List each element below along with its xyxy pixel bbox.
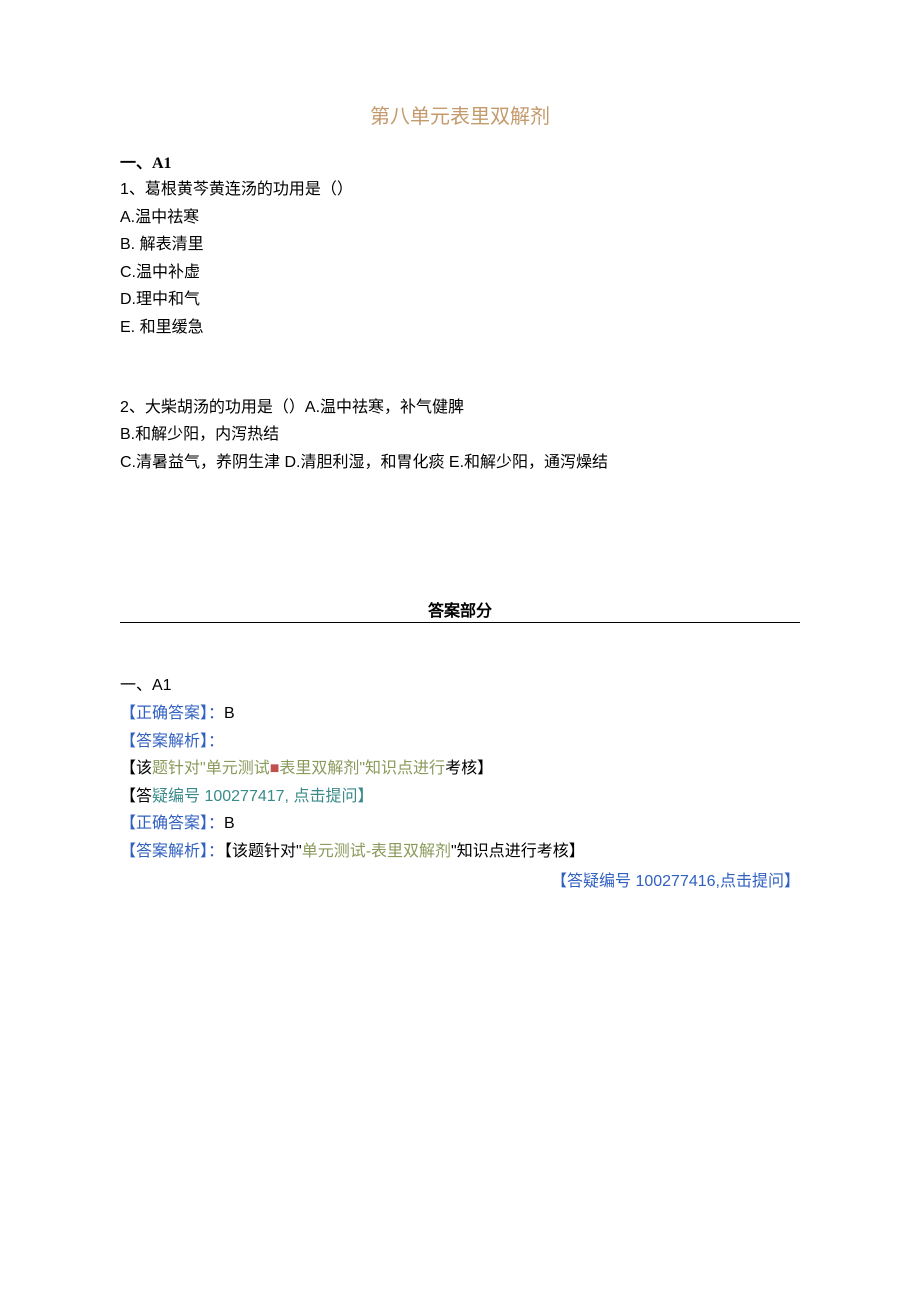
q1-stem: 1、葛根黄芩黄连汤的功用是（） <box>120 177 800 203</box>
answer-header-wrapper: 答案部分 <box>120 597 800 621</box>
a1-point-mid1: 题针对"单元测试 <box>152 760 270 777</box>
document-page: 第八单元表里双解剂 一、A1 1、葛根黄芩黄连汤的功用是（） A.温中祛寒 B.… <box>0 0 920 891</box>
q2-line3: C.清暑益气，养阴生津 D.清胆利湿，和胃化痰 E.和解少阳，通泻燥结 <box>120 450 800 476</box>
spacer <box>120 477 800 547</box>
q1-option-e: E. 和里缓急 <box>120 315 800 341</box>
a2-correct-label: 【正确答案】： <box>120 815 224 832</box>
a2-faq-wrapper: 【答疑编号 100277416,点击提问】 <box>120 867 800 891</box>
a1-correct-value: B <box>224 705 235 722</box>
a2-point-text: 【该题针对" <box>224 843 302 860</box>
q1-option-d: D.理中和气 <box>120 287 800 313</box>
a1-faq: 【答疑编号 100277417, 点击提问】 <box>120 784 800 810</box>
a1-knowledge-point: 【该题针对"单元测试■表里双解剂"知识点进行考核】 <box>120 756 800 782</box>
q1-option-b: B. 解表清里 <box>120 232 800 258</box>
a1-faq-mid2: 提问】 <box>325 788 373 805</box>
a1-correct-label: 【正确答案】： <box>120 705 224 722</box>
a2-point-end: "知识点进行考核】 <box>451 843 585 860</box>
spacer <box>120 651 800 671</box>
a1-analysis-label: 【答案解析】： <box>120 729 800 755</box>
a2-point-green: 单元测试-表里双解剂 <box>302 843 451 860</box>
a2-faq-link[interactable]: 【答疑编号 100277416,点击提问】 <box>551 873 800 890</box>
q2-line2: B.和解少阳，内泻热结 <box>120 422 800 448</box>
a1-point-open: 【该 <box>120 760 152 777</box>
a2-correct: 【正确答案】：B <box>120 811 800 837</box>
a2-analysis-label: 【答案解析】： <box>120 843 224 860</box>
a1-point-end: 考核】 <box>445 760 493 777</box>
a2-correct-value: B <box>224 815 235 832</box>
q1-option-a: A.温中祛寒 <box>120 205 800 231</box>
a1-correct: 【正确答案】：B <box>120 701 800 727</box>
q1-option-c: C.温中补虚 <box>120 260 800 286</box>
a1-faq-mid1: 疑编号 100277417, <box>152 788 293 805</box>
answer-section-header: 答案部分 <box>120 597 800 621</box>
spacer <box>120 547 800 597</box>
question-section-label: 一、A1 <box>120 149 800 173</box>
a1-faq-open: 【答 <box>120 788 152 805</box>
document-title: 第八单元表里双解剂 <box>120 100 800 129</box>
answer-section-label: 一、A1 <box>120 673 800 699</box>
divider-line <box>120 622 800 623</box>
spacer <box>120 343 800 393</box>
a1-point-mid2: 表里双解剂"知识点进行 <box>279 760 445 777</box>
q2-line1: 2、大柴胡汤的功用是（）A.温中祛寒，补气健脾 <box>120 395 800 421</box>
a1-point-square-icon: ■ <box>270 760 280 777</box>
a1-faq-click[interactable]: 点击 <box>293 788 325 805</box>
a2-analysis: 【答案解析】：【该题针对"单元测试-表里双解剂"知识点进行考核】 <box>120 839 800 865</box>
